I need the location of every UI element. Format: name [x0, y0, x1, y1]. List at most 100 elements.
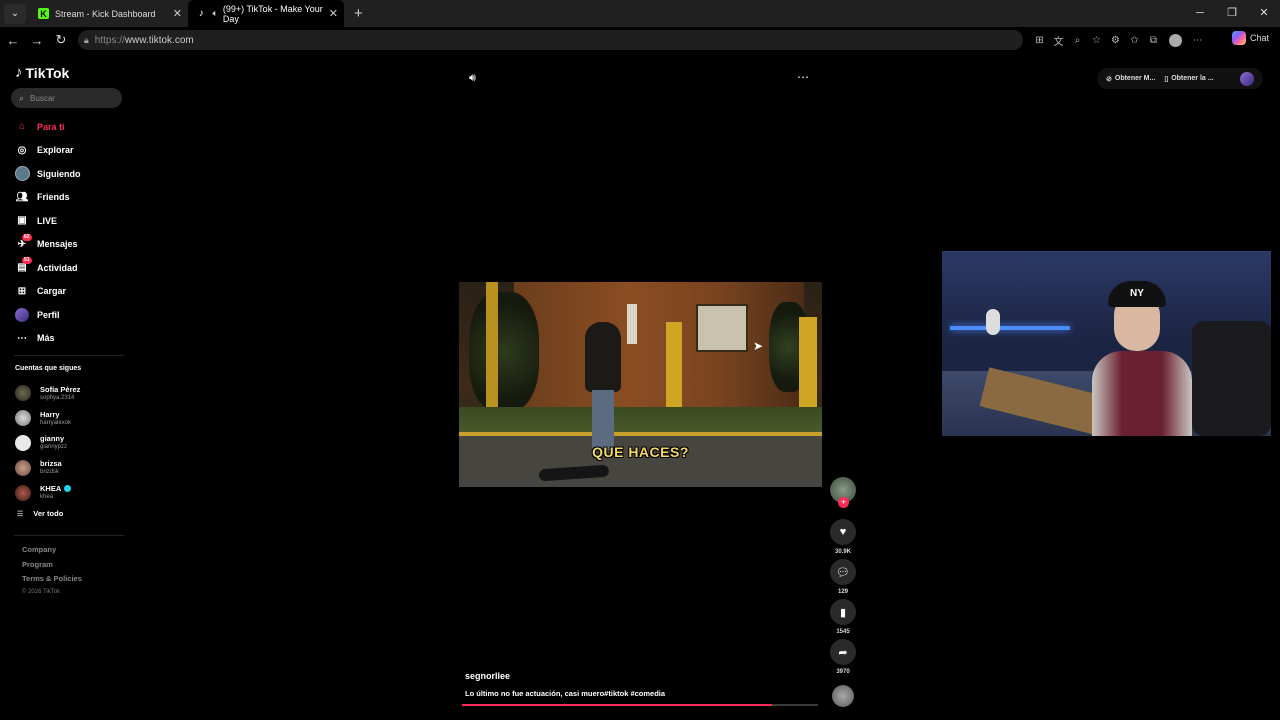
- comment-count: 129: [837, 589, 848, 595]
- nav-label: Perfil: [37, 309, 60, 320]
- heart-icon[interactable]: ♥: [830, 519, 856, 545]
- search-icon: ⌕: [19, 92, 25, 103]
- volume-icon[interactable]: 🔊︎: [469, 72, 476, 85]
- like-count: 30.9K: [834, 549, 851, 555]
- translate-icon[interactable]: 文: [1049, 33, 1068, 48]
- footer-link-terms[interactable]: Terms & Policies: [22, 572, 82, 587]
- window-controls: ─ ❐ ✕: [1184, 0, 1280, 27]
- profile-avatar[interactable]: [1169, 33, 1182, 47]
- following-account[interactable]: Sofía Pérez sophya.2314: [15, 381, 80, 406]
- comment-action[interactable]: 💬︎ 129: [830, 559, 856, 597]
- tiktok-logo[interactable]: ♪ TikTok: [15, 64, 69, 81]
- nav-mensajes[interactable]: ✈ 62 Mensajes: [14, 233, 124, 257]
- follow-plus-icon[interactable]: +: [838, 497, 849, 508]
- top-right-actions: ⊘ Obtener M... ▯ Obtener la ...: [1097, 68, 1263, 89]
- user-avatar[interactable]: [1240, 71, 1254, 86]
- more-icon: ⋯: [17, 332, 27, 344]
- tiktok-icon: ♪: [198, 8, 204, 19]
- nav-explorar[interactable]: ◎ Explorar: [14, 139, 124, 163]
- webcam-overlay: NY: [942, 251, 1271, 436]
- music-disc-icon[interactable]: [832, 685, 854, 707]
- comment-icon[interactable]: 💬︎: [830, 559, 856, 585]
- webcam-streamer-body: [1092, 351, 1192, 436]
- share-icon[interactable]: ➦: [830, 639, 856, 665]
- creator-avatar[interactable]: +: [830, 477, 856, 508]
- close-window-button[interactable]: ✕: [1248, 0, 1280, 27]
- url-host: www.tiktok.com: [124, 34, 194, 46]
- video-actions: + ♥ 30.9K 💬︎ 129 ▮ 1545 ➦ 3970: [830, 477, 856, 677]
- save-action[interactable]: ▮ 1545: [830, 599, 856, 637]
- more-options-icon[interactable]: ⋯: [797, 70, 810, 84]
- nav-mas[interactable]: ⋯ Más: [14, 327, 124, 351]
- favorite-star-icon[interactable]: ☆: [1087, 35, 1106, 46]
- activity-badge: 51: [22, 257, 32, 264]
- see-all-button[interactable]: ☰ Ver todo: [17, 509, 63, 518]
- sidebar-footer: Company Program Terms & Policies © 2026 …: [22, 543, 82, 597]
- logo-text: TikTok: [25, 64, 70, 81]
- app-available-icon[interactable]: ⊞: [1030, 35, 1049, 46]
- search-input[interactable]: ⌕ Buscar: [11, 88, 122, 108]
- minimize-button[interactable]: ─: [1184, 0, 1216, 27]
- url-field[interactable]: 🔒︎ https:// www.tiktok.com: [78, 30, 1023, 50]
- tab-tiktok[interactable]: ♪ 🔈︎ (99+) TikTok - Make Your Day ✕: [188, 0, 344, 27]
- following-account[interactable]: brizsa brizdsk: [15, 455, 80, 480]
- video-progress-bar[interactable]: [462, 704, 818, 706]
- share-action[interactable]: ➦ 3970: [830, 639, 856, 677]
- nav-live[interactable]: ▣ LIVE: [14, 209, 124, 233]
- home-icon: ⌂: [18, 121, 26, 133]
- video-scene-person-legs: [592, 390, 614, 450]
- get-coins-label: Obtener M...: [1114, 75, 1156, 82]
- forward-button[interactable]: →: [25, 33, 49, 48]
- copilot-chat-button[interactable]: Chat: [1232, 31, 1269, 45]
- avatar: [15, 484, 31, 501]
- compass-icon: ◎: [17, 144, 27, 156]
- following-account[interactable]: Harry harryalexok: [15, 406, 80, 431]
- zoom-icon[interactable]: ⌕: [1068, 35, 1087, 46]
- account-handle: giannypzz: [40, 444, 68, 451]
- bookmark-icon[interactable]: ▮: [830, 599, 856, 625]
- reload-button[interactable]: ↻: [49, 32, 73, 48]
- close-tab-icon[interactable]: ✕: [173, 7, 182, 20]
- coin-icon: ⊘: [1106, 75, 1112, 83]
- nav-label: Más: [37, 333, 55, 344]
- save-count: 1545: [836, 629, 850, 635]
- video-player[interactable]: QUE HACES?: [459, 282, 822, 487]
- kick-icon: K: [38, 8, 49, 19]
- following-account[interactable]: gianny giannypzz: [15, 431, 80, 456]
- extensions-icon[interactable]: ⚙: [1106, 35, 1125, 46]
- divider: [14, 355, 124, 356]
- video-scene-window: [696, 304, 748, 352]
- tab-actions-menu-button[interactable]: ⌄: [4, 3, 26, 24]
- nav-perfil[interactable]: Perfil: [14, 303, 124, 327]
- nav-para-ti[interactable]: ⌂ Para ti: [14, 115, 124, 139]
- lock-icon[interactable]: 🔒︎: [84, 35, 89, 46]
- nav-label: Siguiendo: [37, 168, 81, 179]
- collections-icon[interactable]: ⧉: [1144, 35, 1163, 46]
- get-app-button[interactable]: ▯ Obtener la ...: [1164, 75, 1213, 83]
- account-handle: khea: [40, 494, 54, 501]
- settings-more-icon[interactable]: ⋯: [1188, 35, 1207, 46]
- footer-link-program[interactable]: Program: [22, 558, 82, 573]
- video-author[interactable]: segnorllee: [465, 671, 510, 681]
- close-tab-icon[interactable]: ✕: [329, 7, 338, 20]
- tab-kick-dashboard[interactable]: K Stream - Kick Dashboard ✕: [30, 0, 188, 27]
- nav-actividad[interactable]: ▤ 51 Actividad: [14, 256, 124, 280]
- favorites-icon[interactable]: ✩: [1125, 35, 1144, 46]
- account-name: Harry: [40, 409, 60, 419]
- speaker-icon[interactable]: 🔈︎: [213, 8, 218, 19]
- video-progress-fill: [462, 704, 772, 706]
- like-action[interactable]: ♥ 30.9K: [830, 519, 856, 557]
- nav-label: LIVE: [37, 215, 58, 226]
- footer-link-company[interactable]: Company: [22, 543, 82, 558]
- nav-cargar[interactable]: ⊞ Cargar: [14, 280, 124, 304]
- get-coins-button[interactable]: ⊘ Obtener M...: [1106, 75, 1155, 83]
- back-button[interactable]: ←: [1, 33, 25, 48]
- video-scene-pillar: [486, 282, 498, 412]
- following-account[interactable]: KHEA khea: [15, 480, 80, 505]
- nav-siguiendo[interactable]: Siguiendo: [14, 162, 124, 186]
- new-tab-button[interactable]: +: [354, 5, 363, 22]
- see-all-label: Ver todo: [33, 509, 64, 518]
- tab-title: Stream - Kick Dashboard: [55, 8, 156, 19]
- nav-friends[interactable]: 👥︎ Friends: [14, 186, 124, 210]
- restore-button[interactable]: ❐: [1216, 0, 1248, 27]
